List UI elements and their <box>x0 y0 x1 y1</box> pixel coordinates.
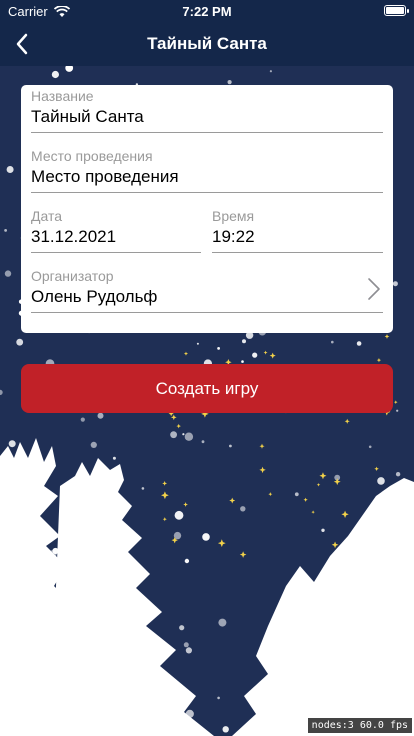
organizer-label: Организатор <box>31 268 114 284</box>
snowflake <box>377 477 385 485</box>
snowflake <box>184 558 190 564</box>
snowflake <box>16 338 24 346</box>
snowflake <box>141 487 145 490</box>
create-game-button[interactable]: Создать игру <box>21 364 393 413</box>
snowflake <box>8 440 16 448</box>
time-value[interactable]: 19:22 <box>212 227 383 247</box>
snowflake <box>179 625 185 631</box>
chevron-right-icon[interactable] <box>366 276 382 302</box>
snowflake <box>51 70 60 79</box>
snowflake <box>182 433 185 436</box>
organizer-underline <box>31 312 383 313</box>
organizer-value[interactable]: Олень Рудольф <box>31 287 383 307</box>
navigation-bar: Тайный Санта <box>0 22 414 66</box>
date-field[interactable]: Дата 31.12.2021 <box>31 208 201 247</box>
name-label: Название <box>31 88 94 104</box>
snowflake <box>242 339 246 344</box>
date-underline <box>31 252 201 253</box>
date-label: Дата <box>31 208 63 224</box>
snowflake <box>331 340 334 344</box>
snowflake <box>4 229 7 232</box>
name-value[interactable]: Тайный Санта <box>31 107 383 127</box>
name-field[interactable]: Название Тайный Санта <box>31 88 383 127</box>
snowflake <box>269 70 272 73</box>
snowflake <box>6 166 14 173</box>
debug-fps-label: nodes:3 60.0 fps <box>307 718 412 733</box>
date-value[interactable]: 31.12.2021 <box>31 227 201 247</box>
snowflake <box>184 432 194 441</box>
snowflake <box>201 440 205 444</box>
snowflake <box>321 528 325 532</box>
snowflake <box>170 431 178 439</box>
snowflake <box>218 618 227 627</box>
snowflake <box>196 342 199 345</box>
snowflake <box>222 726 229 733</box>
status-bar: Carrier 7:22 PM <box>0 0 414 22</box>
venue-field[interactable]: Место проведения Место проведения <box>31 148 383 187</box>
snowflake <box>217 696 220 700</box>
name-underline <box>31 132 383 133</box>
snowflake <box>202 533 210 541</box>
snowflake <box>217 347 221 350</box>
snowflake <box>294 492 299 497</box>
snowflake <box>392 281 398 287</box>
snowflake <box>185 647 192 654</box>
snowflake <box>396 409 399 412</box>
snowflake <box>4 270 12 277</box>
snowflake <box>241 360 244 363</box>
snowflake <box>252 352 258 358</box>
venue-underline <box>31 192 383 193</box>
game-form-card: Название Тайный Санта Место проведения М… <box>21 85 393 333</box>
snowflake <box>227 80 232 85</box>
organizer-field[interactable]: Организатор Олень Рудольф <box>31 268 383 307</box>
snowflake <box>90 441 97 448</box>
battery-icon <box>384 5 409 16</box>
time-field[interactable]: Время 19:22 <box>212 208 383 247</box>
snowflake <box>368 445 372 449</box>
status-time: 7:22 PM <box>182 4 232 19</box>
time-underline <box>212 252 383 253</box>
snowflake <box>174 510 184 520</box>
snowflake <box>229 444 232 448</box>
snowflake <box>240 506 246 512</box>
page-title: Тайный Санта <box>147 34 267 53</box>
snowflake <box>356 341 362 346</box>
snowflake <box>97 412 104 419</box>
venue-label: Место проведения <box>31 148 153 164</box>
time-label: Время <box>212 208 255 224</box>
snowflake <box>395 472 401 477</box>
snowflake <box>183 642 189 648</box>
snowflake <box>80 417 85 422</box>
snowflake <box>112 456 116 460</box>
venue-value[interactable]: Место проведения <box>31 167 383 187</box>
